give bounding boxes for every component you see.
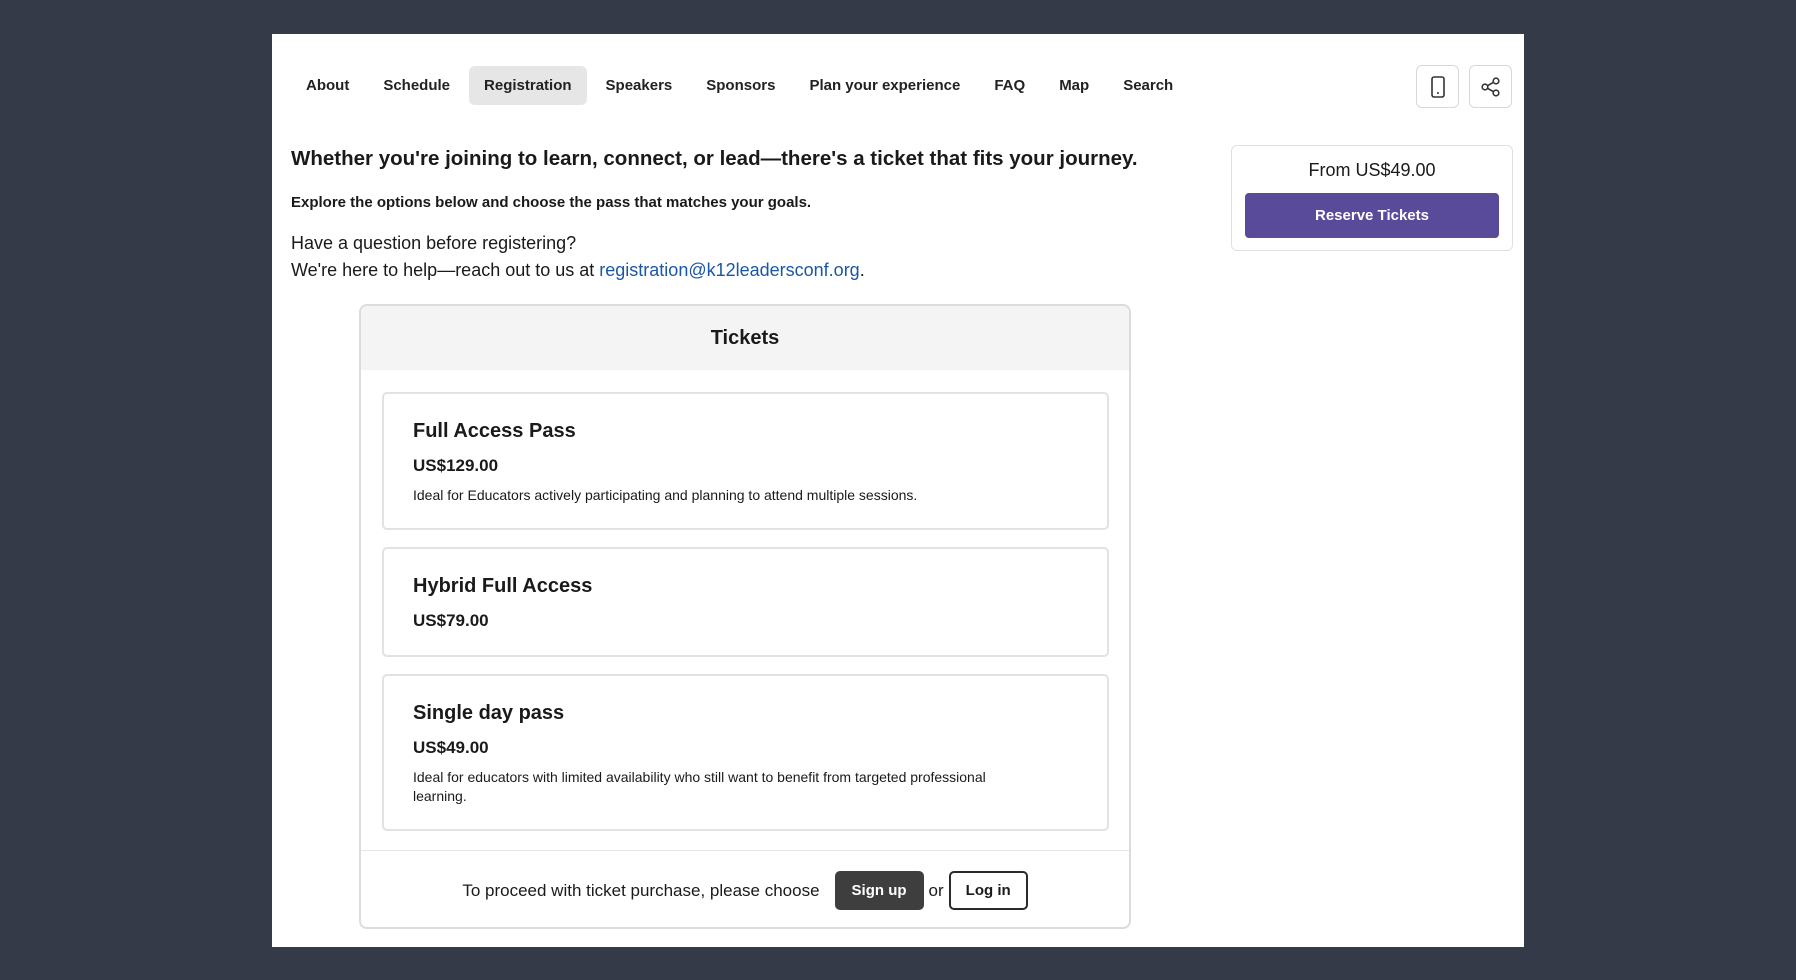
sign-up-button[interactable]: Sign up: [834, 871, 924, 910]
reserve-card: From US$49.00 Reserve Tickets: [1231, 145, 1513, 251]
nav-item-registration[interactable]: Registration: [469, 66, 587, 105]
ticket-card[interactable]: Full Access Pass US$129.00 Ideal for Edu…: [382, 392, 1109, 530]
ticket-card[interactable]: Hybrid Full Access US$79.00: [382, 547, 1109, 657]
ticket-price: US$79.00: [413, 611, 489, 630]
purchase-prompt: To proceed with ticket purchase, please …: [462, 880, 820, 900]
tickets-footer: To proceed with ticket purchase, please …: [361, 850, 1129, 927]
help-line: We're here to help—reach out to us at re…: [291, 257, 865, 284]
ticket-name: Single day pass: [413, 702, 565, 724]
from-price: From US$49.00: [1308, 160, 1436, 180]
question-line: Have a question before registering?: [291, 233, 577, 253]
mobile-icon: [1430, 75, 1445, 98]
nav-item-sponsors[interactable]: Sponsors: [691, 66, 790, 105]
ticket-price: US$49.00: [413, 738, 489, 757]
nav-item-speakers[interactable]: Speakers: [591, 66, 688, 105]
help-suffix: .: [859, 260, 865, 280]
nav-item-schedule[interactable]: Schedule: [368, 66, 465, 105]
ticket-description: Ideal for educators with limited availab…: [413, 769, 986, 804]
page-subline: Explore the options below and choose the…: [291, 194, 812, 211]
log-in-button[interactable]: Log in: [948, 871, 1028, 910]
ticket-card[interactable]: Single day pass US$49.00 Ideal for educa…: [382, 674, 1109, 831]
email-link[interactable]: registration@k12leadersconf.org: [599, 260, 859, 280]
help-text: Have a question before registering? We'r…: [291, 230, 865, 284]
or-label: or: [928, 880, 944, 900]
share-button[interactable]: [1469, 65, 1512, 108]
tickets-panel: Tickets Full Access Pass US$129.00 Ideal…: [359, 304, 1131, 929]
ticket-name: Full Access Pass: [413, 420, 576, 442]
page-headline: Whether you're joining to learn, connect…: [291, 147, 1138, 170]
nav-item-plan-your-experience[interactable]: Plan your experience: [794, 66, 975, 105]
ticket-name: Hybrid Full Access: [413, 575, 593, 597]
nav-item-about[interactable]: About: [306, 66, 364, 105]
share-icon: [1480, 76, 1500, 97]
nav-item-faq[interactable]: FAQ: [979, 66, 1040, 105]
nav-item-map[interactable]: Map: [1044, 66, 1104, 105]
ticket-description: Ideal for Educators actively participati…: [413, 487, 918, 503]
mobile-view-button[interactable]: [1416, 65, 1459, 108]
nav-item-search[interactable]: Search: [1108, 66, 1188, 105]
reserve-tickets-button[interactable]: Reserve Tickets: [1245, 193, 1499, 238]
ticket-price: US$129.00: [413, 456, 499, 475]
tickets-title: Tickets: [361, 306, 1129, 370]
help-prefix: We're here to help—reach out to us at: [291, 260, 600, 280]
page: About Schedule Registration Speakers Spo…: [272, 34, 1524, 947]
main-nav: About Schedule Registration Speakers Spo…: [306, 66, 1192, 105]
